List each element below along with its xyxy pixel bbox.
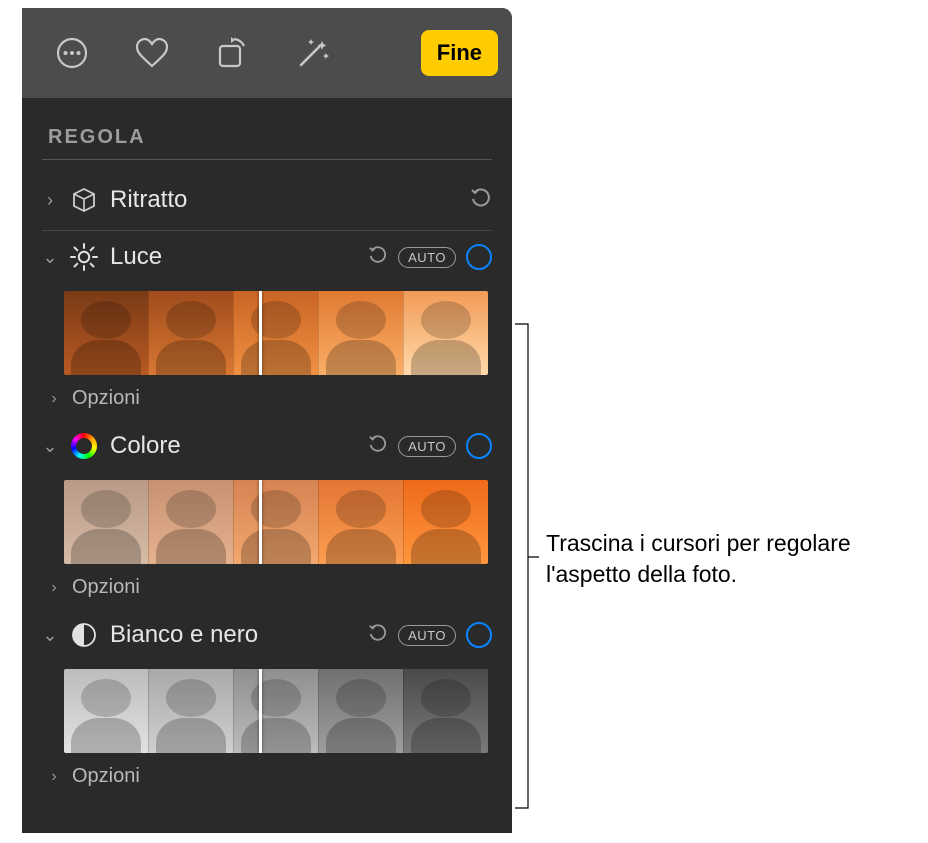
bw-slider[interactable]: [64, 669, 488, 753]
section-light[interactable]: ⌄ Luce AUTO: [42, 231, 492, 283]
slider-handle[interactable]: [259, 480, 262, 564]
reset-button[interactable]: [368, 434, 388, 459]
section-bw[interactable]: ⌄ Bianco e nero AUTO: [42, 609, 492, 661]
enable-toggle[interactable]: [466, 433, 492, 459]
auto-button[interactable]: AUTO: [398, 625, 456, 646]
toolbar: Fine: [22, 8, 512, 98]
options-label: Opzioni: [72, 576, 140, 599]
enable-toggle[interactable]: [466, 622, 492, 648]
done-button[interactable]: Fine: [421, 30, 498, 76]
light-options[interactable]: › Opzioni: [42, 379, 492, 420]
color-label: Colore: [110, 432, 358, 460]
slider-handle[interactable]: [259, 669, 262, 753]
light-label: Luce: [110, 243, 358, 271]
section-color[interactable]: ⌄ Colore AUTO: [42, 420, 492, 472]
section-portrait[interactable]: › Ritratto: [42, 174, 492, 226]
portrait-label: Ritratto: [110, 186, 460, 214]
adjust-panel: Fine REGOLA › Ritratto ⌄: [22, 8, 512, 833]
options-label: Opzioni: [72, 765, 140, 788]
slider-handle[interactable]: [259, 291, 262, 375]
chevron-down-icon[interactable]: ⌄: [42, 625, 58, 646]
chevron-down-icon[interactable]: ⌄: [42, 247, 58, 268]
options-label: Opzioni: [72, 387, 140, 410]
enhance-button[interactable]: [276, 25, 348, 81]
heart-icon: [135, 37, 169, 69]
favorite-button[interactable]: [116, 25, 188, 81]
auto-button[interactable]: AUTO: [398, 247, 456, 268]
divider: [42, 159, 492, 160]
panel-title: REGOLA: [42, 98, 492, 159]
chevron-right-icon[interactable]: ›: [46, 768, 62, 786]
chevron-right-icon[interactable]: ›: [46, 579, 62, 597]
undo-icon: [470, 187, 492, 209]
bw-options[interactable]: › Opzioni: [42, 757, 492, 798]
reset-button[interactable]: [368, 245, 388, 270]
color-wheel-icon: [68, 430, 100, 462]
reset-button[interactable]: [470, 187, 492, 214]
sun-icon: [68, 241, 100, 273]
undo-icon: [368, 245, 388, 265]
undo-icon: [368, 434, 388, 454]
magic-wand-icon: [292, 35, 332, 71]
undo-icon: [368, 623, 388, 643]
light-slider[interactable]: [64, 291, 488, 375]
cube-icon: [68, 184, 100, 216]
more-button[interactable]: [36, 25, 108, 81]
chevron-right-icon[interactable]: ›: [42, 190, 58, 211]
callout-bracket: [514, 323, 540, 809]
chevron-right-icon[interactable]: ›: [46, 390, 62, 408]
color-slider[interactable]: [64, 480, 488, 564]
bw-label: Bianco e nero: [110, 621, 358, 649]
callout-text: Trascina i cursori per regolare l'aspett…: [546, 528, 906, 590]
rotate-button[interactable]: [196, 25, 268, 81]
reset-button[interactable]: [368, 623, 388, 648]
color-options[interactable]: › Opzioni: [42, 568, 492, 609]
rotate-icon: [214, 36, 250, 70]
auto-button[interactable]: AUTO: [398, 436, 456, 457]
ellipsis-circle-icon: [55, 36, 89, 70]
enable-toggle[interactable]: [466, 244, 492, 270]
half-circle-icon: [68, 619, 100, 651]
chevron-down-icon[interactable]: ⌄: [42, 436, 58, 457]
